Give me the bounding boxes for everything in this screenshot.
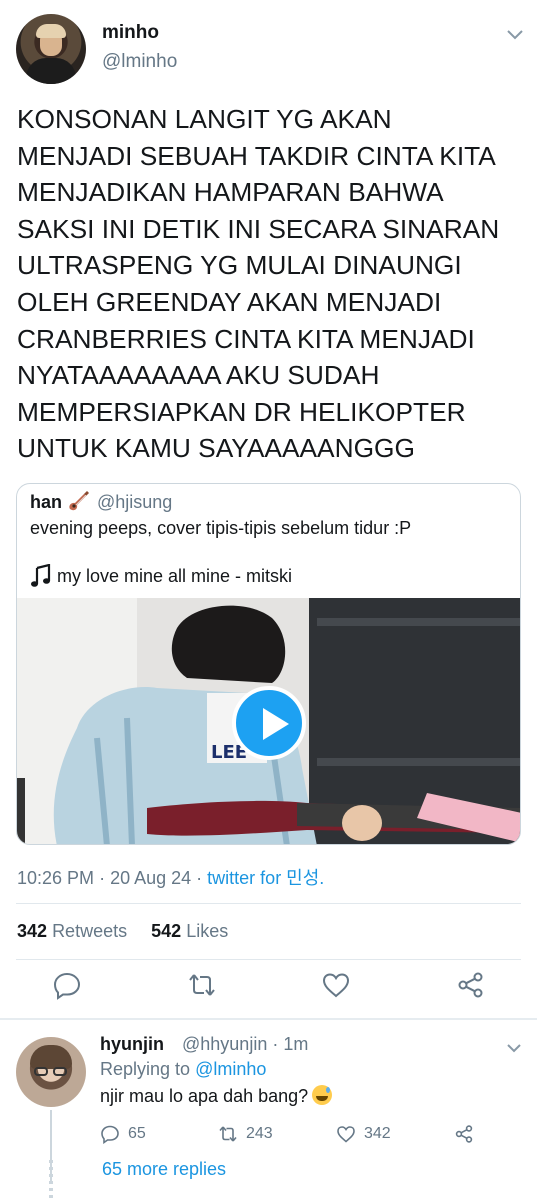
retweets-label: Retweets bbox=[52, 921, 128, 941]
section-separator bbox=[0, 1018, 537, 1020]
tweet-text-line: NYATAAAAAAAA AKU SUDAH bbox=[17, 360, 380, 391]
tweet-text-line: SAKSI INI DETIK INI SECARA SINARAN bbox=[17, 213, 500, 244]
reply-author-avatar[interactable] bbox=[16, 1037, 86, 1107]
quoted-tweet[interactable]: han @hjisung evening peeps, cover tipis-… bbox=[16, 483, 521, 845]
replying-to-label: Replying to bbox=[100, 1059, 191, 1079]
tweet-time: 10:26 PM bbox=[17, 868, 95, 888]
divider bbox=[16, 959, 521, 960]
retweets-stat[interactable]: 342 Retweets bbox=[17, 921, 127, 941]
retweets-count: 342 bbox=[17, 921, 48, 941]
like-heart-icon[interactable] bbox=[321, 970, 351, 1000]
more-replies-link[interactable]: 65 more replies bbox=[102, 1159, 226, 1180]
reply-author-name[interactable]: hyunjin bbox=[100, 1034, 164, 1055]
tweet-text-line: MENJADI SEBUAH TAKDIR CINTA KITA bbox=[17, 140, 496, 171]
quoted-author-name: han bbox=[30, 492, 63, 512]
author-handle[interactable]: @lminho bbox=[102, 51, 177, 73]
replying-to-handle[interactable]: @lminho bbox=[195, 1059, 266, 1079]
likes-count: 542 bbox=[151, 921, 182, 941]
sweat-smile-emoji-icon bbox=[312, 1085, 333, 1105]
video-thumbnail[interactable]: LEE bbox=[17, 598, 520, 844]
tweet-text-line: CRANBERRIES CINTA KITA MENJADI bbox=[17, 323, 475, 354]
replying-to: Replying to @lminho bbox=[100, 1059, 266, 1080]
reply-replies-count: 65 bbox=[128, 1125, 146, 1142]
tweet-actions bbox=[0, 970, 537, 1010]
play-button[interactable] bbox=[232, 686, 306, 760]
reply-author-handle-time: @hhyunjin · 1m bbox=[182, 1034, 308, 1055]
meta-dot: · bbox=[196, 868, 208, 888]
quoted-text: evening peeps, cover tipis-tipis sebelum… bbox=[30, 518, 412, 538]
tweet-text-line: KONSONAN LANGIT YG AKAN bbox=[17, 104, 392, 134]
reply-reply-action[interactable]: 65 bbox=[100, 1122, 146, 1146]
reply-retweet-action[interactable]: 243 bbox=[218, 1122, 273, 1146]
reply-icon[interactable] bbox=[52, 970, 82, 1000]
chevron-down-icon[interactable] bbox=[506, 27, 524, 41]
quoted-author-handle: @hjisung bbox=[97, 492, 173, 512]
reply-author-handle[interactable]: @hhyunjin bbox=[182, 1034, 267, 1054]
author-name[interactable]: minho bbox=[102, 22, 159, 44]
reply-like-action[interactable]: 342 bbox=[336, 1122, 391, 1146]
quoted-song-title: my love mine all mine - mitski bbox=[57, 566, 293, 586]
tweet-text: KONSONAN LANGIT YG AKAN MENJADI SEBUAH T… bbox=[17, 101, 527, 467]
retweet-icon bbox=[219, 1126, 237, 1142]
reply-actions: 65 243 342 bbox=[100, 1122, 500, 1146]
reply-icon bbox=[101, 1125, 119, 1144]
guitar-icon bbox=[69, 491, 89, 511]
like-heart-icon bbox=[337, 1126, 355, 1143]
reply-text-content: njir mau lo apa dah bang? bbox=[100, 1086, 309, 1106]
reply-time: 1m bbox=[283, 1034, 309, 1054]
reply-text: njir mau lo apa dah bang? bbox=[100, 1085, 333, 1107]
tweet-text-line: MENJADIKAN HAMPARAN BAHWA bbox=[17, 177, 444, 208]
tweet-text-line: OLEH GREENDAY AKAN MENJADI bbox=[17, 286, 442, 317]
tweet-text-line: ULTRASPENG YG MULAI DINAUNGI bbox=[17, 250, 462, 281]
share-icon[interactable] bbox=[456, 970, 486, 1000]
retweet-icon[interactable] bbox=[187, 970, 217, 1000]
reply-likes-count: 342 bbox=[364, 1125, 391, 1142]
tweet-text-line: MEMPERSIAPKAN DR HELIKOPTER bbox=[17, 396, 466, 427]
author-avatar[interactable] bbox=[16, 14, 86, 84]
chevron-down-icon[interactable] bbox=[506, 1042, 522, 1054]
meta-dot: · bbox=[99, 868, 111, 888]
tweet-header: minho @lminho bbox=[0, 0, 537, 90]
share-icon bbox=[455, 1125, 473, 1143]
tweet-stats: 342 Retweets 542 Likes bbox=[17, 921, 228, 942]
tweet-metadata: 10:26 PM · 20 Aug 24 · twitter for 민성. bbox=[17, 864, 324, 890]
tweet-text-line: UNTUK KAMU SAYAAAAANGGG bbox=[17, 433, 415, 464]
meta-dot: · bbox=[272, 1034, 284, 1054]
reply-retweets-count: 243 bbox=[246, 1125, 273, 1142]
divider bbox=[16, 903, 521, 904]
reply-share-action[interactable] bbox=[454, 1122, 474, 1146]
tweet-date: 20 Aug 24 bbox=[110, 868, 192, 888]
tweet-source-link[interactable]: twitter for 민성. bbox=[207, 868, 324, 888]
music-note-icon bbox=[31, 564, 51, 587]
likes-stat[interactable]: 542 Likes bbox=[151, 921, 228, 941]
likes-label: Likes bbox=[186, 921, 229, 941]
thread-continuation-dots bbox=[49, 1160, 53, 1200]
